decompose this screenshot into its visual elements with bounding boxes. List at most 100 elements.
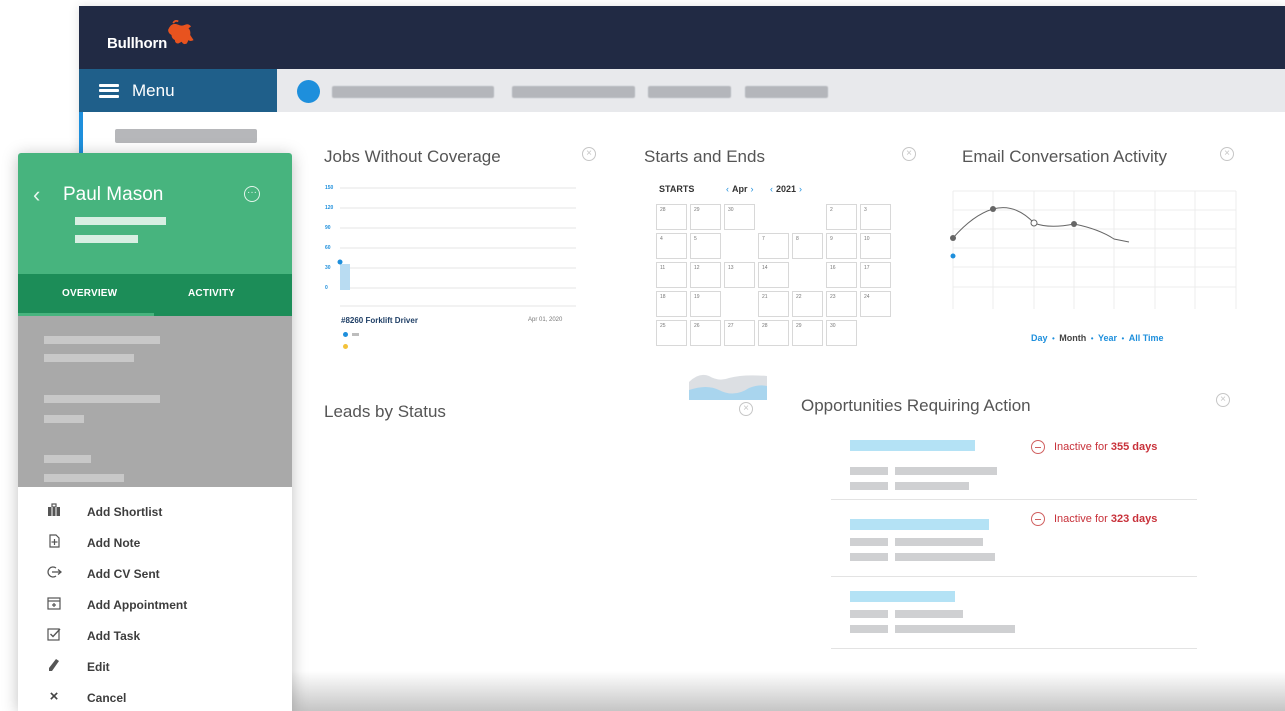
calendar-day[interactable]: 30: [826, 320, 857, 346]
calendar-header: STARTS: [659, 184, 695, 194]
opportunity-detail-placeholder: [895, 610, 963, 618]
y-tick: 120: [325, 205, 334, 211]
starts-widget: Starts and Ends × STARTS ‹ Apr › ‹ 2021 › 28…: [644, 147, 929, 347]
content-placeholder: [44, 336, 160, 344]
close-icon[interactable]: ×: [1216, 393, 1230, 407]
briefcase-icon: [46, 503, 62, 519]
calendar-day[interactable]: 28: [758, 320, 789, 346]
calendar-day[interactable]: 5: [690, 233, 721, 259]
menu-button[interactable]: Menu: [79, 69, 277, 112]
opportunity-row[interactable]: [831, 577, 1197, 649]
calendar-day[interactable]: 29: [690, 204, 721, 230]
bull-icon: [168, 19, 194, 45]
hamburger-icon: [99, 83, 119, 98]
calendar-day[interactable]: 3: [860, 204, 891, 230]
menu-label: Menu: [132, 80, 175, 100]
close-icon[interactable]: ×: [902, 147, 916, 161]
close-icon[interactable]: ×: [739, 402, 753, 416]
opportunity-row[interactable]: Inactive for 323 days: [831, 505, 1197, 577]
calendar-day[interactable]: 14: [758, 262, 789, 288]
y-tick: 150: [325, 185, 334, 191]
calendar-day[interactable]: 2: [826, 204, 857, 230]
range-all-time[interactable]: All Time: [1129, 333, 1164, 343]
breadcrumb-placeholder: [512, 86, 635, 98]
calendar-day[interactable]: 16: [826, 262, 857, 288]
opportunity-name-placeholder: [850, 591, 955, 602]
tab-activity[interactable]: ACTIVITY: [188, 288, 235, 299]
close-icon[interactable]: ×: [582, 147, 596, 161]
calendar-day[interactable]: 23: [826, 291, 857, 317]
month-selector[interactable]: ‹ Apr ›: [723, 184, 757, 194]
calendar-day[interactable]: 25: [656, 320, 687, 346]
widget-title: Leads by Status: [324, 402, 446, 421]
calendar-day[interactable]: 7: [758, 233, 789, 259]
edit-action[interactable]: Edit: [18, 652, 292, 683]
opportunity-detail-placeholder: [895, 625, 1015, 633]
tab-overview[interactable]: OVERVIEW: [62, 288, 117, 299]
widget-title: Email Conversation Activity: [962, 147, 1168, 166]
close-icon: ×: [49, 688, 59, 705]
calendar-day[interactable]: 8: [792, 233, 823, 259]
email-widget: Email Conversation Activity × Day • Mont…: [949, 147, 1249, 347]
y-tick: 30: [325, 265, 331, 271]
calendar-day[interactable]: 27: [724, 320, 755, 346]
opportunity-name-placeholder: [850, 440, 975, 451]
breadcrumb-placeholder: [648, 86, 731, 98]
back-chevron-icon[interactable]: ‹: [33, 184, 40, 206]
calendar-day[interactable]: 17: [860, 262, 891, 288]
candidate-panel: ‹ Paul Mason ··· OVERVIEW ACTIVITY Add S…: [18, 153, 292, 711]
cancel-action[interactable]: × Cancel: [18, 683, 292, 711]
range-day[interactable]: Day: [1031, 333, 1048, 343]
more-options-icon[interactable]: ···: [244, 186, 260, 202]
action-label: Add Note: [87, 536, 141, 550]
job-date: Apr 01, 2020: [528, 317, 563, 323]
calendar-day[interactable]: 22: [792, 291, 823, 317]
job-name-link[interactable]: #8260 Forklift Driver: [341, 316, 418, 325]
inactive-icon: [1031, 440, 1045, 454]
close-icon[interactable]: ×: [1220, 147, 1234, 161]
time-range-selector: Day • Month • Year • All Time: [1031, 333, 1164, 343]
add-cv-sent-action[interactable]: Add CV Sent: [18, 559, 292, 590]
panel-tabs: OVERVIEW ACTIVITY: [18, 274, 292, 316]
calendar-day[interactable]: 10: [860, 233, 891, 259]
note-icon: [46, 534, 62, 550]
calendar-day[interactable]: 9: [826, 233, 857, 259]
inactive-icon: [1031, 512, 1045, 526]
calendar-day[interactable]: 21: [758, 291, 789, 317]
calendar-day[interactable]: 19: [690, 291, 721, 317]
calendar-day[interactable]: 11: [656, 262, 687, 288]
range-year[interactable]: Year: [1098, 333, 1117, 343]
calendar-day[interactable]: 28: [656, 204, 687, 230]
inactive-status: Inactive for 355 days: [1054, 441, 1158, 453]
calendar-day[interactable]: 24: [860, 291, 891, 317]
opportunity-detail-placeholder: [895, 467, 997, 475]
bullhorn-logo[interactable]: Bullhorn: [107, 19, 197, 52]
calendar-day[interactable]: 13: [724, 262, 755, 288]
calendar-day[interactable]: 26: [690, 320, 721, 346]
calendar-day[interactable]: 12: [690, 262, 721, 288]
action-label: Cancel: [87, 691, 127, 705]
add-appointment-action[interactable]: Add Appointment: [18, 590, 292, 621]
pencil-icon: [46, 658, 62, 674]
side-nav-item-placeholder[interactable]: [115, 129, 257, 143]
calendar-day[interactable]: 4: [656, 233, 687, 259]
opportunity-row[interactable]: Inactive for 355 days: [831, 428, 1197, 500]
subtitle-placeholder: [75, 217, 166, 225]
action-label: Add CV Sent: [87, 567, 160, 581]
year-selector[interactable]: ‹ 2021 ›: [767, 184, 805, 194]
calendar-day[interactable]: 29: [792, 320, 823, 346]
calendar-day[interactable]: 18: [656, 291, 687, 317]
opportunities-widget: Opportunities Requiring Action × Inactiv…: [801, 393, 1231, 711]
add-note-action[interactable]: Add Note: [18, 528, 292, 559]
content-placeholder: [44, 474, 124, 482]
add-task-action[interactable]: Add Task: [18, 621, 292, 652]
action-label: Add Task: [87, 629, 141, 643]
panel-header: ‹ Paul Mason ···: [18, 153, 292, 274]
calendar-day[interactable]: 30: [724, 204, 755, 230]
opportunity-detail-placeholder: [850, 538, 888, 546]
overview-content: [18, 316, 292, 487]
range-month[interactable]: Month: [1059, 333, 1086, 343]
opportunity-detail-placeholder: [850, 553, 888, 561]
widget-title: Opportunities Requiring Action: [801, 396, 1031, 415]
add-shortlist-action[interactable]: Add Shortlist: [18, 497, 292, 528]
